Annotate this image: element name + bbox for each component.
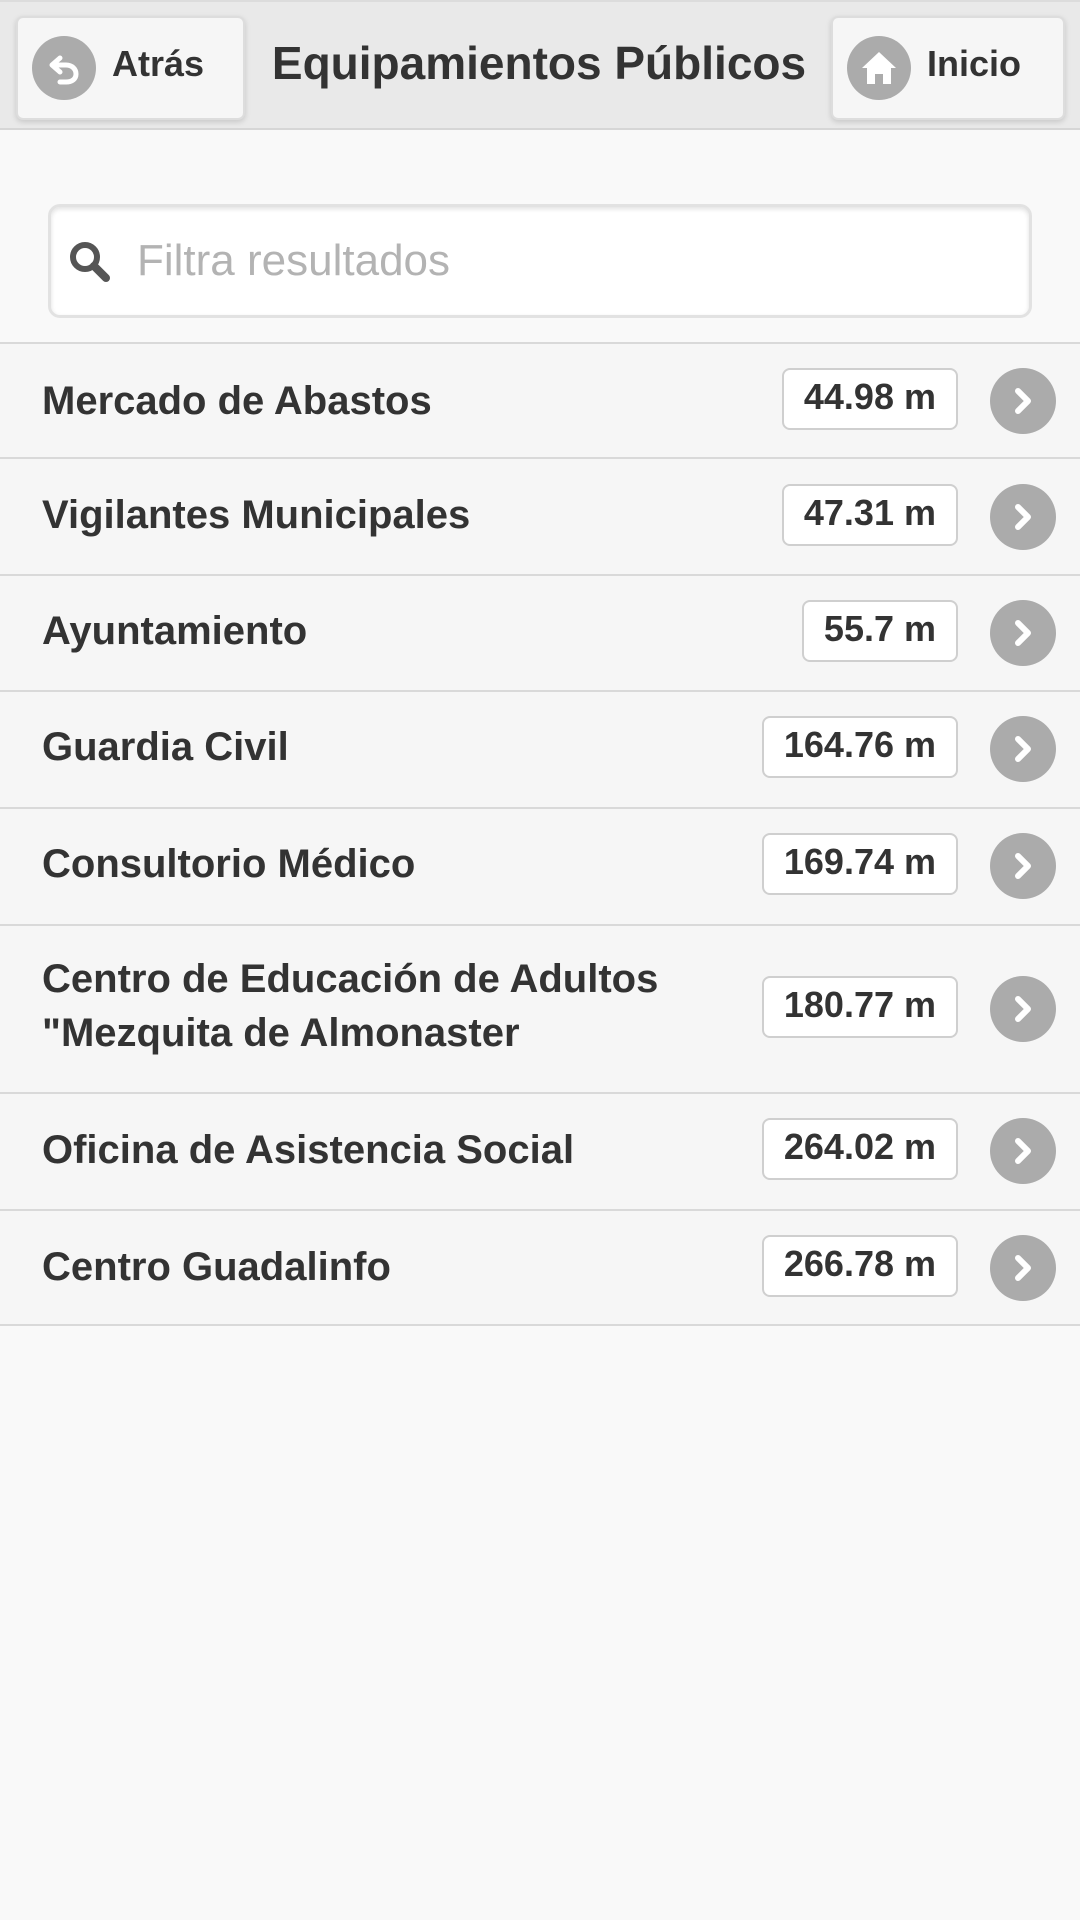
distance-badge: 264.02 m	[761, 1118, 958, 1180]
item-name: Vigilantes Municipales	[42, 493, 471, 537]
header-bar: Atrás Equipamientos Públicos Inicio	[0, 0, 1080, 130]
distance-badge: 169.74 m	[761, 833, 958, 895]
item-name: Mercado de Abastos	[42, 379, 432, 423]
back-button-label: Atrás	[112, 43, 205, 84]
home-icon	[847, 36, 911, 100]
chevron-right-icon	[990, 484, 1056, 550]
chevron-right-icon	[990, 833, 1056, 899]
results-list: Mercado de Abastos 44.98 m Vigilantes Mu…	[0, 342, 1080, 1326]
list-item[interactable]: Centro de Educación de Adultos "Mezquita…	[0, 924, 1080, 1092]
item-name: Consultorio Médico	[42, 842, 416, 886]
list-item[interactable]: Oficina de Asistencia Social 264.02 m	[0, 1092, 1080, 1209]
list-item[interactable]: Vigilantes Municipales 47.31 m	[0, 457, 1080, 574]
search-input[interactable]	[135, 217, 1009, 305]
chevron-right-icon	[990, 716, 1056, 782]
distance-badge: 47.31 m	[781, 484, 958, 546]
item-name: Guardia Civil	[42, 725, 289, 769]
back-arrow-icon	[32, 36, 96, 100]
distance-badge: 44.98 m	[781, 368, 958, 430]
chevron-right-icon	[990, 976, 1056, 1042]
distance-badge: 164.76 m	[761, 716, 958, 778]
item-name: Centro Guadalinfo	[42, 1245, 391, 1289]
item-name: Centro de Educación de Adultos "Mezquita…	[42, 957, 659, 1055]
distance-badge: 266.78 m	[761, 1235, 958, 1297]
chevron-right-icon	[990, 368, 1056, 434]
list-item[interactable]: Consultorio Médico 169.74 m	[0, 807, 1080, 924]
back-button[interactable]: Atrás	[16, 16, 245, 120]
home-button[interactable]: Inicio	[831, 16, 1065, 120]
chevron-right-icon	[990, 1118, 1056, 1184]
search-box	[48, 204, 1032, 318]
chevron-right-icon	[990, 1235, 1056, 1301]
home-button-label: Inicio	[927, 43, 1022, 84]
distance-badge: 55.7 m	[801, 600, 958, 662]
list-item[interactable]: Ayuntamiento 55.7 m	[0, 574, 1080, 690]
item-name: Ayuntamiento	[42, 609, 308, 653]
distance-badge: 180.77 m	[761, 976, 958, 1038]
list-item[interactable]: Mercado de Abastos 44.98 m	[0, 342, 1080, 457]
list-item[interactable]: Guardia Civil 164.76 m	[0, 690, 1080, 807]
item-name: Oficina de Asistencia Social	[42, 1128, 575, 1172]
search-icon	[65, 237, 115, 287]
list-item[interactable]: Centro Guadalinfo 266.78 m	[0, 1209, 1080, 1326]
page-title: Equipamientos Públicos	[271, 37, 807, 89]
chevron-right-icon	[990, 600, 1056, 666]
